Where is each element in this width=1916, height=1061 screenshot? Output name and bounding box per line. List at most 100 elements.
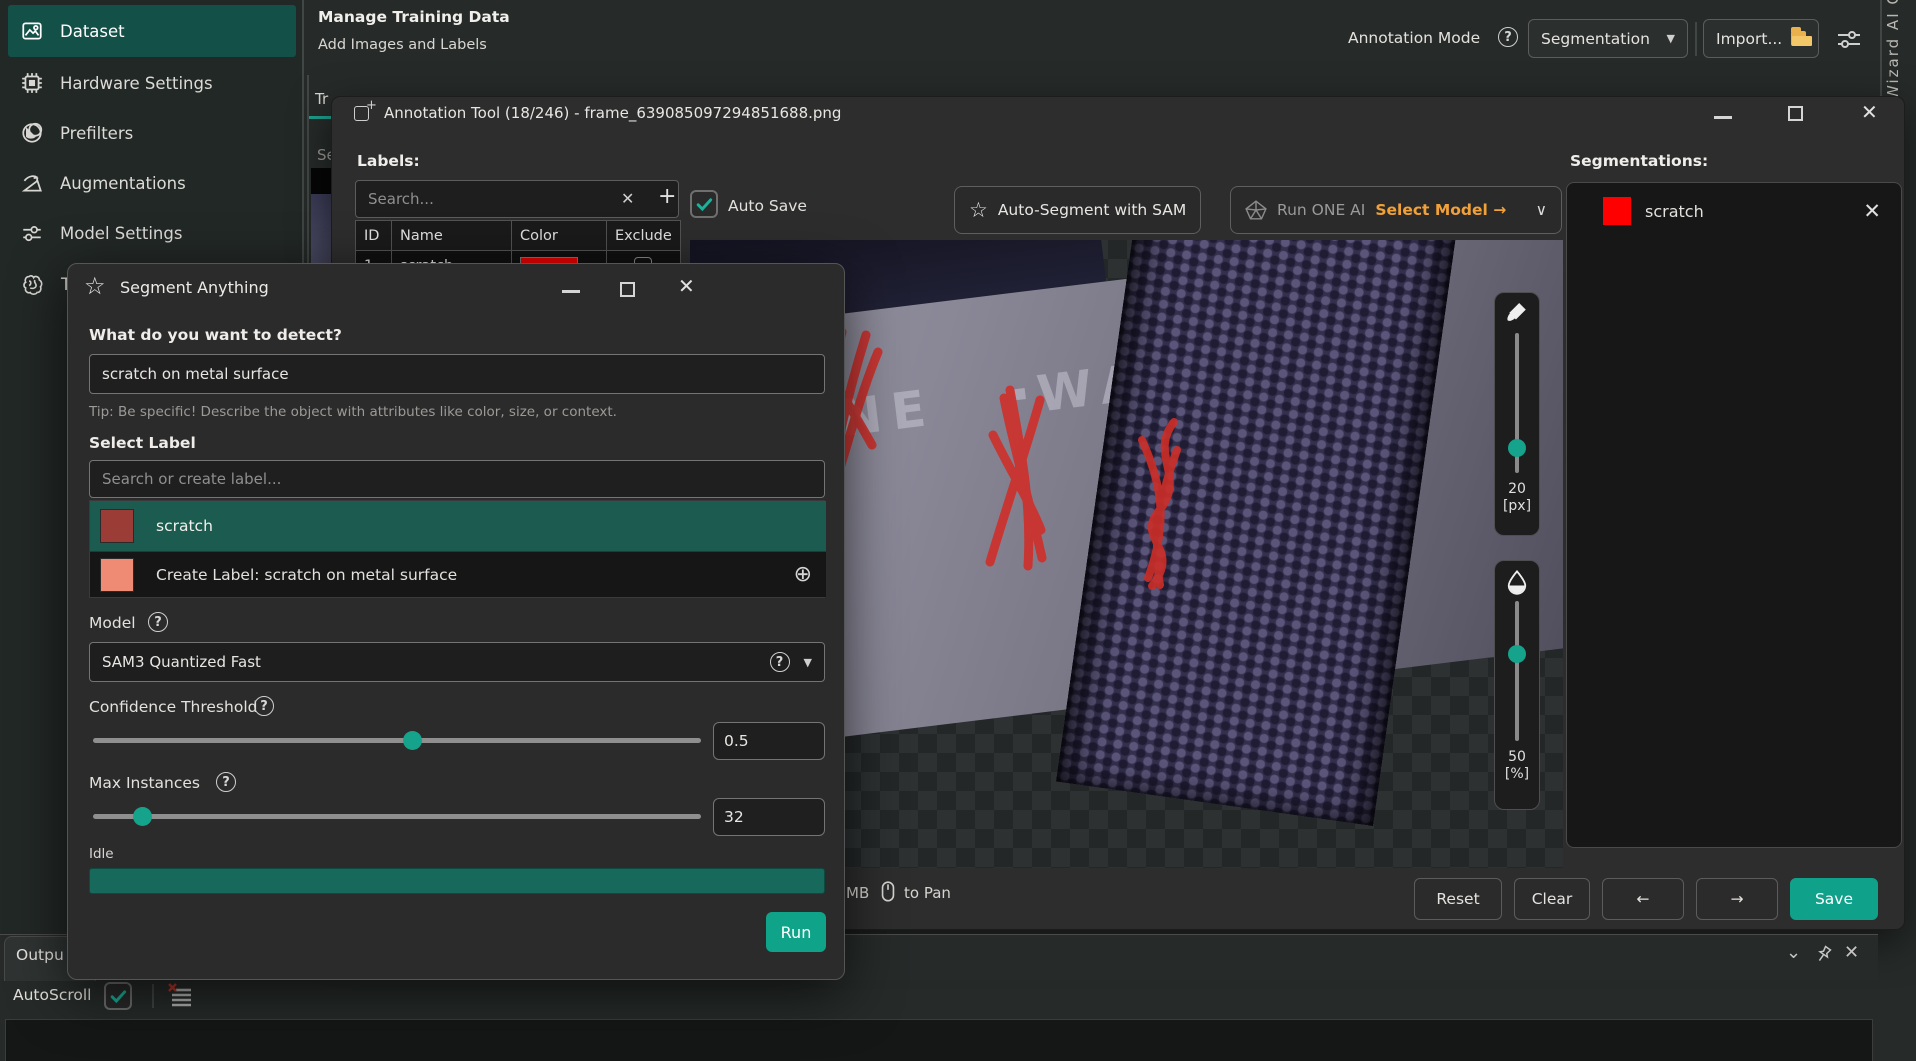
- save-button[interactable]: Save: [1790, 878, 1878, 920]
- add-circle-icon[interactable]: ⊕: [794, 562, 812, 587]
- sidebar-item-model-settings[interactable]: Model Settings: [8, 211, 296, 255]
- settings-sliders-icon[interactable]: [1836, 28, 1862, 50]
- sidebar-item-hardware-settings[interactable]: Hardware Settings: [8, 61, 296, 105]
- auto-segment-sam-button[interactable]: ☆ Auto-Segment with SAM: [954, 186, 1201, 234]
- next-image-button[interactable]: →: [1696, 878, 1778, 920]
- help-icon[interactable]: ?: [254, 696, 274, 716]
- background-tab-fragment[interactable]: Tr: [315, 90, 328, 108]
- chevron-down-icon: ▼: [804, 656, 812, 669]
- progress-status-label: Idle: [89, 846, 114, 862]
- tip-text: Tip: Be specific! Describe the object wi…: [89, 404, 617, 420]
- status-pan-label: to Pan: [904, 884, 951, 902]
- max-instances-slider[interactable]: [93, 814, 701, 819]
- chevron-down-icon: ∨: [1536, 201, 1547, 219]
- confidence-thumb[interactable]: [403, 731, 422, 750]
- help-icon[interactable]: ?: [148, 612, 168, 632]
- brush-size-panel: 20 [px]: [1494, 292, 1540, 536]
- segmentation-color-swatch: [1603, 197, 1631, 225]
- select-label-heading: Select Label: [89, 434, 196, 452]
- label-search-input[interactable]: [89, 460, 825, 498]
- select-model-label: Select Model →: [1375, 201, 1506, 219]
- import-button[interactable]: Import...: [1703, 19, 1819, 58]
- add-label-icon[interactable]: +: [658, 184, 676, 209]
- column-header[interactable]: Name: [392, 221, 512, 251]
- sidebar-item-augmentations[interactable]: Augmentations: [8, 161, 296, 205]
- maximize-icon[interactable]: [620, 282, 635, 297]
- labels-heading: Labels:: [357, 152, 420, 170]
- detect-query-input[interactable]: [89, 354, 825, 394]
- model-select[interactable]: SAM3 Quantized Fast ? ▼: [89, 642, 825, 682]
- maximize-icon[interactable]: [1788, 106, 1803, 121]
- collapse-icon[interactable]: ⌄: [1786, 942, 1801, 963]
- right-edge-divider: [1880, 0, 1882, 96]
- clear-log-icon[interactable]: [166, 983, 194, 1009]
- sidebar-item-label: Model Settings: [60, 224, 182, 243]
- sidebar-item-dataset[interactable]: Dataset: [8, 5, 296, 57]
- confidence-slider[interactable]: [93, 738, 701, 743]
- auto-save-label: Auto Save: [728, 197, 807, 215]
- annotation-mode-value: Segmentation: [1541, 30, 1650, 48]
- label-color-swatch: [100, 558, 134, 592]
- auto-save-checkbox[interactable]: [690, 190, 718, 218]
- run-one-ai-button[interactable]: Run ONE AI Select Model → ∨: [1230, 186, 1562, 234]
- remove-segmentation-icon[interactable]: ✕: [1863, 199, 1881, 223]
- detect-question-label: What do you want to detect?: [89, 326, 342, 344]
- brush-icon: [1505, 301, 1529, 327]
- sidebar-item-label: Augmentations: [60, 174, 186, 193]
- pentagon-icon: [1245, 199, 1267, 221]
- sidebar-item-label: Dataset: [60, 22, 125, 41]
- output-tab-label: Outpu: [16, 946, 64, 964]
- reset-button[interactable]: Reset: [1414, 878, 1502, 920]
- annotation-mode-select[interactable]: Segmentation ▼: [1528, 19, 1688, 58]
- model-label: Model: [89, 614, 136, 632]
- minimize-icon[interactable]: [562, 290, 580, 293]
- star-icon: ☆: [84, 272, 106, 300]
- labels-table-header: ID Name Color Exclude: [356, 221, 681, 251]
- help-icon[interactable]: ?: [770, 652, 790, 672]
- sidebar-item-prefilters[interactable]: Prefilters: [8, 111, 296, 155]
- side-tab-vertical[interactable]: Wizard AI O: [1884, 0, 1902, 100]
- clear-button[interactable]: Clear: [1514, 878, 1590, 920]
- brush-size-unit: [px]: [1503, 498, 1531, 514]
- brush-size-slider[interactable]: [1515, 333, 1519, 473]
- brush-size-thumb[interactable]: [1508, 439, 1526, 457]
- max-instances-label: Max Instances: [89, 774, 200, 792]
- augment-icon: [20, 171, 44, 195]
- droplet-icon: [1505, 569, 1529, 595]
- max-instances-value-input[interactable]: [713, 798, 825, 836]
- import-label: Import...: [1716, 30, 1782, 48]
- segmentation-name: scratch: [1645, 202, 1704, 221]
- column-header[interactable]: Exclude: [607, 221, 681, 251]
- run-button[interactable]: Run: [766, 912, 826, 952]
- label-option-create[interactable]: Create Label: scratch on metal surface ⊕: [90, 551, 826, 597]
- label-option-name: Create Label: scratch on metal surface: [156, 566, 457, 584]
- opacity-slider[interactable]: [1515, 601, 1519, 741]
- column-header[interactable]: Color: [512, 221, 607, 251]
- check-icon: [108, 986, 128, 1006]
- output-console[interactable]: [5, 1019, 1873, 1061]
- image-icon: [20, 19, 44, 43]
- minimize-icon[interactable]: [1714, 116, 1732, 119]
- pin-icon[interactable]: [1814, 944, 1834, 966]
- clear-search-icon[interactable]: ✕: [621, 189, 634, 208]
- column-header[interactable]: ID: [356, 221, 392, 251]
- label-option-selected[interactable]: scratch: [90, 501, 826, 551]
- page-subtitle: Add Images and Labels: [318, 37, 487, 53]
- autoscroll-checkbox[interactable]: [104, 982, 132, 1010]
- dialog-title: Segment Anything: [120, 278, 269, 297]
- prev-image-button[interactable]: ←: [1602, 878, 1684, 920]
- confidence-value-input[interactable]: [713, 722, 825, 760]
- star-icon: ☆: [969, 198, 988, 222]
- close-icon[interactable]: ✕: [1861, 100, 1878, 124]
- help-icon[interactable]: ?: [216, 772, 236, 792]
- help-icon[interactable]: ?: [1498, 27, 1518, 47]
- max-instances-thumb[interactable]: [133, 807, 152, 826]
- toolbar-divider: [1695, 22, 1697, 56]
- auto-segment-label: Auto-Segment with SAM: [998, 201, 1186, 219]
- close-output-icon[interactable]: ✕: [1844, 942, 1859, 963]
- brain-icon: [20, 272, 45, 297]
- close-icon[interactable]: ✕: [678, 274, 695, 298]
- status-mb-fragment: MB: [846, 884, 869, 902]
- opacity-thumb[interactable]: [1508, 645, 1526, 663]
- segmentation-item[interactable]: scratch ✕: [1577, 191, 1893, 231]
